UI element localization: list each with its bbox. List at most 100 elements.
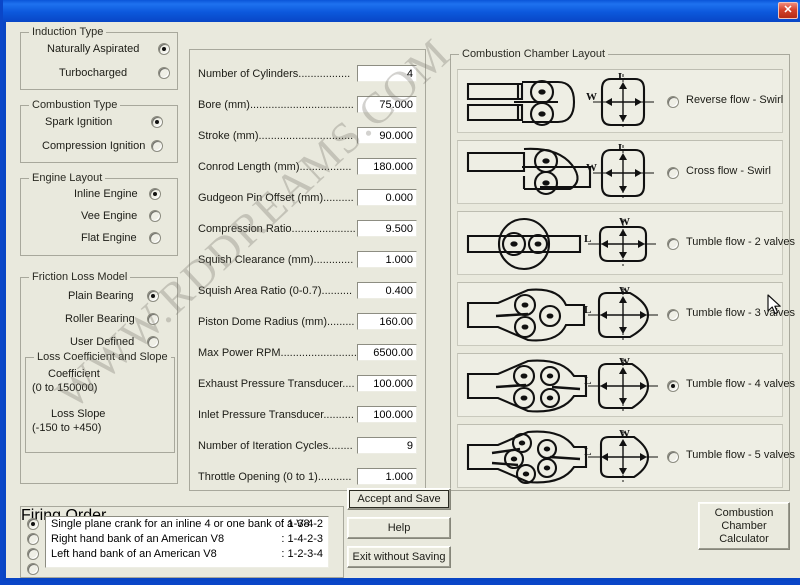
chamber-option-0-radio[interactable] <box>667 96 679 108</box>
tumble-flow-5-valves-diagram: W L <box>466 428 658 485</box>
chamber-option-5-radio[interactable] <box>667 451 679 463</box>
firing-order-radio-3[interactable] <box>27 563 39 575</box>
param-label-9: Max Power RPM......................... <box>198 347 357 359</box>
chamber-option-row[interactable]: W L Tumble flow - 2 valves <box>457 211 795 275</box>
calculator-line-1: Combustion <box>714 506 774 519</box>
induction-option-0-label: Naturally Aspirated <box>47 43 140 55</box>
cross-flow-swirl-diagram: L W <box>466 143 654 198</box>
friction-option-1-radio[interactable] <box>147 313 159 325</box>
param-input-bore[interactable] <box>357 96 417 113</box>
param-label-4: Gudgeon Pin Offset (mm).......... <box>198 192 354 204</box>
chamber-option-3-radio[interactable] <box>667 309 679 321</box>
firing-order-item-0-text: Single plane crank for an inline 4 or on… <box>51 518 310 530</box>
friction-loss-title: Friction Loss Model <box>29 271 131 283</box>
param-input-compression-ratio[interactable] <box>357 220 417 237</box>
param-row: Stroke (mm).............................… <box>190 127 427 147</box>
chamber-option-1-radio[interactable] <box>667 167 679 179</box>
firing-order-item-2-code: : 1-2-3-4 <box>281 548 323 560</box>
combustion-type-option-1-label: Compression Ignition <box>42 140 146 152</box>
chamber-option-3-label: Tumble flow - 3 valves <box>686 307 796 319</box>
param-row: Number of Cylinders................. <box>190 65 427 85</box>
chamber-option-4-radio[interactable] <box>667 380 679 392</box>
param-input-squish-clearance[interactable] <box>357 251 417 268</box>
list-item[interactable]: Left hand bank of an American V8 : 1-2-3… <box>46 547 328 562</box>
tumble-flow-3-valves-diagram: W L <box>466 285 658 342</box>
chamber-option-row[interactable]: W L Tumble flow - 3 valves <box>457 282 795 346</box>
engine-layout-option-1-radio[interactable] <box>149 210 161 222</box>
param-input-inlet-pressure-transducer[interactable] <box>357 406 417 423</box>
param-row: Throttle Opening (0 to 1)........... <box>190 468 427 488</box>
friction-option-0-radio[interactable] <box>147 290 159 302</box>
engine-layout-title: Engine Layout <box>29 172 106 184</box>
coefficient-range: (0 to 150000) <box>32 382 98 394</box>
combustion-type-title: Combustion Type <box>29 99 121 111</box>
help-button[interactable]: Help <box>347 517 451 539</box>
firing-order-item-1-text: Right hand bank of an American V8 <box>51 533 225 545</box>
loss-slope-range: (-150 to +450) <box>32 422 102 434</box>
induction-type-group: Induction Type Naturally Aspirated Turbo… <box>20 26 178 90</box>
firing-order-radio-0[interactable] <box>27 518 39 530</box>
param-input-gudgeon-pin-offset[interactable] <box>357 189 417 206</box>
param-label-3: Conrod Length (mm)................. <box>198 161 352 173</box>
list-item[interactable]: Single plane crank for an inline 4 or on… <box>46 517 328 532</box>
combustion-chamber-calculator-button[interactable]: Combustion Chamber Calculator <box>698 502 790 550</box>
reverse-flow-swirl-diagram: L W <box>466 72 654 127</box>
param-input-throttle-opening[interactable] <box>357 468 417 485</box>
combustion-type-option-0-radio[interactable] <box>151 116 163 128</box>
param-input-squish-area-ratio[interactable] <box>357 282 417 299</box>
loss-coefficient-title: Loss Coefficient and Slope <box>34 351 171 363</box>
close-icon[interactable]: ✕ <box>778 2 798 19</box>
chamber-option-row[interactable]: L W Cross flow - Swirl <box>457 140 783 204</box>
engine-layout-option-2-radio[interactable] <box>149 232 161 244</box>
param-input-max-power-rpm[interactable] <box>357 344 417 361</box>
list-item[interactable] <box>46 562 328 567</box>
chamber-option-row[interactable]: W L Tumble flow - 4 valves <box>457 353 795 417</box>
chamber-option-1-label: Cross flow - Swirl <box>686 165 771 177</box>
combustion-type-option-0-label: Spark Ignition <box>45 116 113 128</box>
tumble-flow-4-valves-diagram: W L <box>466 356 658 413</box>
combustion-chamber-layout-title: Combustion Chamber Layout <box>459 48 609 60</box>
friction-option-2-radio[interactable] <box>147 336 159 348</box>
firing-order-radio-2[interactable] <box>27 548 39 560</box>
friction-option-2-label: User Defined <box>70 336 135 348</box>
dim-w-label: W <box>619 285 630 297</box>
param-input-number-of-iteration-cycles[interactable] <box>357 437 417 454</box>
param-row: Inlet Pressure Transducer.......... <box>190 406 427 426</box>
param-row: Piston Dome Radius (mm)......... <box>190 313 427 333</box>
param-input-exhaust-pressure-transducer[interactable] <box>357 375 417 392</box>
list-item[interactable]: Right hand bank of an American V8 : 1-4-… <box>46 532 328 547</box>
loss-coefficient-group: Loss Coefficient and Slope Coefficient (… <box>25 351 175 453</box>
firing-order-radio-1[interactable] <box>27 533 39 545</box>
induction-option-0-radio[interactable] <box>158 43 170 55</box>
param-input-conrod-length[interactable] <box>357 158 417 175</box>
dim-l-label: L <box>584 375 591 387</box>
chamber-option-0-label: Reverse flow - Swirl <box>686 94 784 106</box>
param-input-stroke[interactable] <box>357 127 417 144</box>
param-label-5: Compression Ratio..................... <box>198 223 356 235</box>
exit-without-saving-button[interactable]: Exit without Saving <box>347 546 451 568</box>
chamber-option-row[interactable]: L W Reverse flow - Swirl <box>457 69 783 133</box>
engine-layout-group: Engine Layout Inline Engine Vee Engine F… <box>20 172 178 256</box>
firing-order-list[interactable]: Single plane crank for an inline 4 or on… <box>45 516 329 568</box>
window-client-area: Induction Type Naturally Aspirated Turbo… <box>6 22 800 578</box>
friction-loss-group: Friction Loss Model Plain Bearing Roller… <box>20 271 178 484</box>
param-input-number-of-cylinders[interactable] <box>357 65 417 82</box>
engine-parameters-panel: Number of Cylinders................. Bor… <box>189 49 426 491</box>
dim-l-label: L <box>618 143 625 154</box>
param-row: Squish Clearance (mm)............. <box>190 251 427 271</box>
combustion-type-option-1-radio[interactable] <box>151 140 163 152</box>
param-label-11: Inlet Pressure Transducer.......... <box>198 409 354 421</box>
param-input-piston-dome-radius[interactable] <box>357 313 417 330</box>
induction-option-1-radio[interactable] <box>158 67 170 79</box>
chamber-option-2-label: Tumble flow - 2 valves <box>686 236 796 248</box>
param-label-1: Bore (mm)...............................… <box>198 99 354 111</box>
engine-layout-option-0-radio[interactable] <box>149 188 161 200</box>
param-row: Gudgeon Pin Offset (mm).......... <box>190 189 427 209</box>
chamber-option-row[interactable]: W L Tumble flow - 5 valves <box>457 424 795 488</box>
dim-w-label: W <box>619 428 630 440</box>
tumble-flow-2-valves-diagram: W L <box>466 216 656 271</box>
accept-and-save-button[interactable]: Accept and Save <box>347 488 451 510</box>
param-row: Exhaust Pressure Transducer.... <box>190 375 427 395</box>
chamber-option-2-radio[interactable] <box>667 238 679 250</box>
firing-order-group: Firing Order Single plane crank for an i… <box>20 506 344 578</box>
